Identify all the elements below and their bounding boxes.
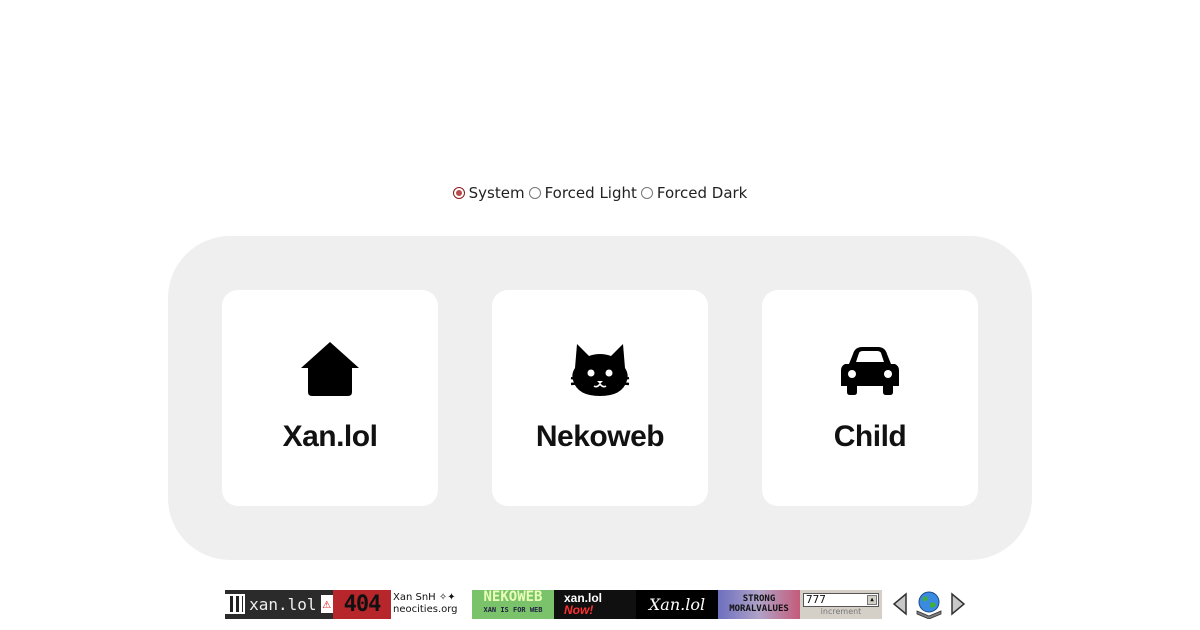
theme-option-system[interactable]: System bbox=[452, 184, 525, 202]
radio-forced-dark[interactable] bbox=[640, 187, 653, 199]
counter-label: increment bbox=[820, 606, 862, 616]
card-child[interactable]: Child bbox=[762, 290, 978, 506]
badge-text: 404 bbox=[343, 591, 382, 617]
badge-404[interactable]: 404 bbox=[333, 589, 391, 619]
links-panel: Xan.lol Nekoweb Child bbox=[168, 236, 1032, 560]
theme-option-label: Forced Dark bbox=[656, 184, 748, 202]
theme-option-forced-light[interactable]: Forced Light bbox=[528, 184, 637, 202]
radio-forced-light[interactable] bbox=[528, 187, 541, 199]
theme-option-label: System bbox=[468, 184, 525, 202]
card-nekoweb[interactable]: Nekoweb bbox=[492, 290, 708, 506]
badge-nekoweb[interactable]: NEKOWEB XAN IS FOR WEB bbox=[472, 589, 554, 619]
badge-line: STRONG bbox=[742, 594, 776, 604]
counter-badge: 777 ▲ increment bbox=[800, 589, 882, 619]
house-icon bbox=[299, 340, 361, 398]
theme-switch: System Forced Light Forced Dark bbox=[0, 184, 1200, 202]
badge-subtext: XAN IS FOR WEB bbox=[483, 606, 543, 614]
theme-option-label: Forced Light bbox=[544, 184, 637, 202]
counter-value: 777 bbox=[806, 592, 826, 606]
prev-arrow-icon[interactable] bbox=[890, 590, 910, 618]
badge-line: Xan SnH ✧✦ bbox=[393, 592, 456, 603]
badge-line: neocities.org bbox=[393, 604, 458, 615]
card-label: Nekoweb bbox=[535, 420, 665, 453]
badge-bar: xan.lol ⚠ 404 Xan SnH ✧✦ neocities.org N… bbox=[225, 589, 968, 620]
badge-xan-now[interactable]: xan.lol Now! bbox=[554, 589, 636, 619]
card-label: Child bbox=[833, 420, 907, 453]
badge-text: Xan.lol bbox=[648, 594, 706, 614]
card-xan-lol[interactable]: Xan.lol bbox=[222, 290, 438, 506]
card-label: Xan.lol bbox=[282, 420, 378, 453]
qr-code-icon bbox=[225, 594, 246, 614]
badge-line: Now! bbox=[564, 603, 594, 617]
radio-system[interactable] bbox=[452, 187, 465, 199]
webring bbox=[890, 589, 968, 620]
badge-strong-moral-values[interactable]: STRONG MORALVALUES bbox=[718, 589, 800, 619]
theme-option-forced-dark[interactable]: Forced Dark bbox=[640, 184, 748, 202]
badge-neocities[interactable]: Xan SnH ✧✦ neocities.org bbox=[391, 589, 472, 619]
next-arrow-icon[interactable] bbox=[948, 590, 968, 618]
warning-icon: ⚠ bbox=[320, 595, 333, 613]
badge-text: NEKOWEB bbox=[483, 589, 543, 605]
counter-field[interactable]: 777 ▲ bbox=[803, 592, 879, 607]
car-icon bbox=[839, 340, 901, 398]
globe-book-icon[interactable] bbox=[914, 589, 944, 620]
badge-text: xan.lol bbox=[249, 594, 317, 614]
spinner-up-icon[interactable]: ▲ bbox=[867, 594, 877, 605]
badge-line: MORALVALUES bbox=[729, 604, 789, 614]
cat-icon bbox=[569, 340, 631, 398]
badge-xan-lol[interactable]: xan.lol ⚠ bbox=[225, 589, 333, 619]
badge-xan-script[interactable]: Xan.lol bbox=[636, 589, 718, 619]
